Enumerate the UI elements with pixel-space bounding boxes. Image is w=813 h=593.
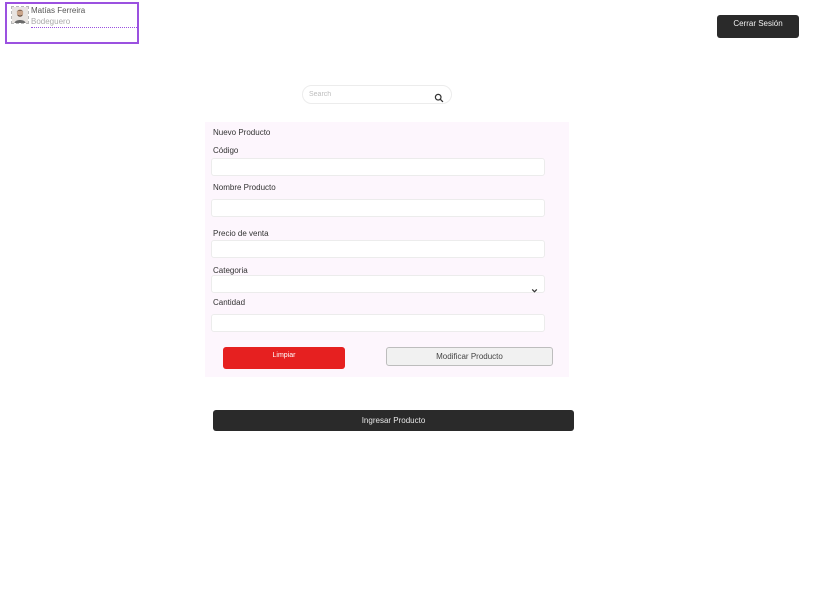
code-label: Código bbox=[213, 146, 239, 155]
sale-price-label: Precio de venta bbox=[213, 229, 269, 238]
user-card: Matías Ferreira Bodeguero bbox=[5, 2, 139, 44]
modify-product-button[interactable]: Modificar Producto bbox=[386, 347, 553, 366]
logout-button[interactable]: Cerrar Sesión bbox=[717, 15, 799, 38]
sale-price-input[interactable] bbox=[211, 240, 545, 258]
user-name: Matías Ferreira bbox=[31, 6, 86, 15]
add-product-button[interactable]: Ingresar Producto bbox=[213, 410, 574, 431]
quantity-label: Cantidad bbox=[213, 298, 246, 307]
search-input[interactable] bbox=[309, 88, 429, 101]
category-select[interactable] bbox=[211, 275, 545, 293]
avatar bbox=[11, 6, 29, 24]
category-label: Categoria bbox=[213, 266, 248, 275]
search-icon[interactable] bbox=[434, 90, 444, 103]
page: Matías Ferreira Bodeguero Cerrar Sesión … bbox=[0, 0, 813, 593]
product-form: Nuevo Producto Código Nombre Producto Pr… bbox=[205, 122, 569, 377]
user-role: Bodeguero bbox=[31, 17, 137, 28]
chevron-down-icon bbox=[531, 281, 538, 293]
search-bar bbox=[302, 85, 452, 104]
code-input[interactable] bbox=[211, 158, 545, 176]
product-name-label: Nombre Producto bbox=[213, 183, 276, 192]
quantity-input[interactable] bbox=[211, 314, 545, 332]
clear-button[interactable]: Limpiar bbox=[223, 347, 345, 369]
form-title: Nuevo Producto bbox=[213, 128, 271, 137]
product-name-input[interactable] bbox=[211, 199, 545, 217]
